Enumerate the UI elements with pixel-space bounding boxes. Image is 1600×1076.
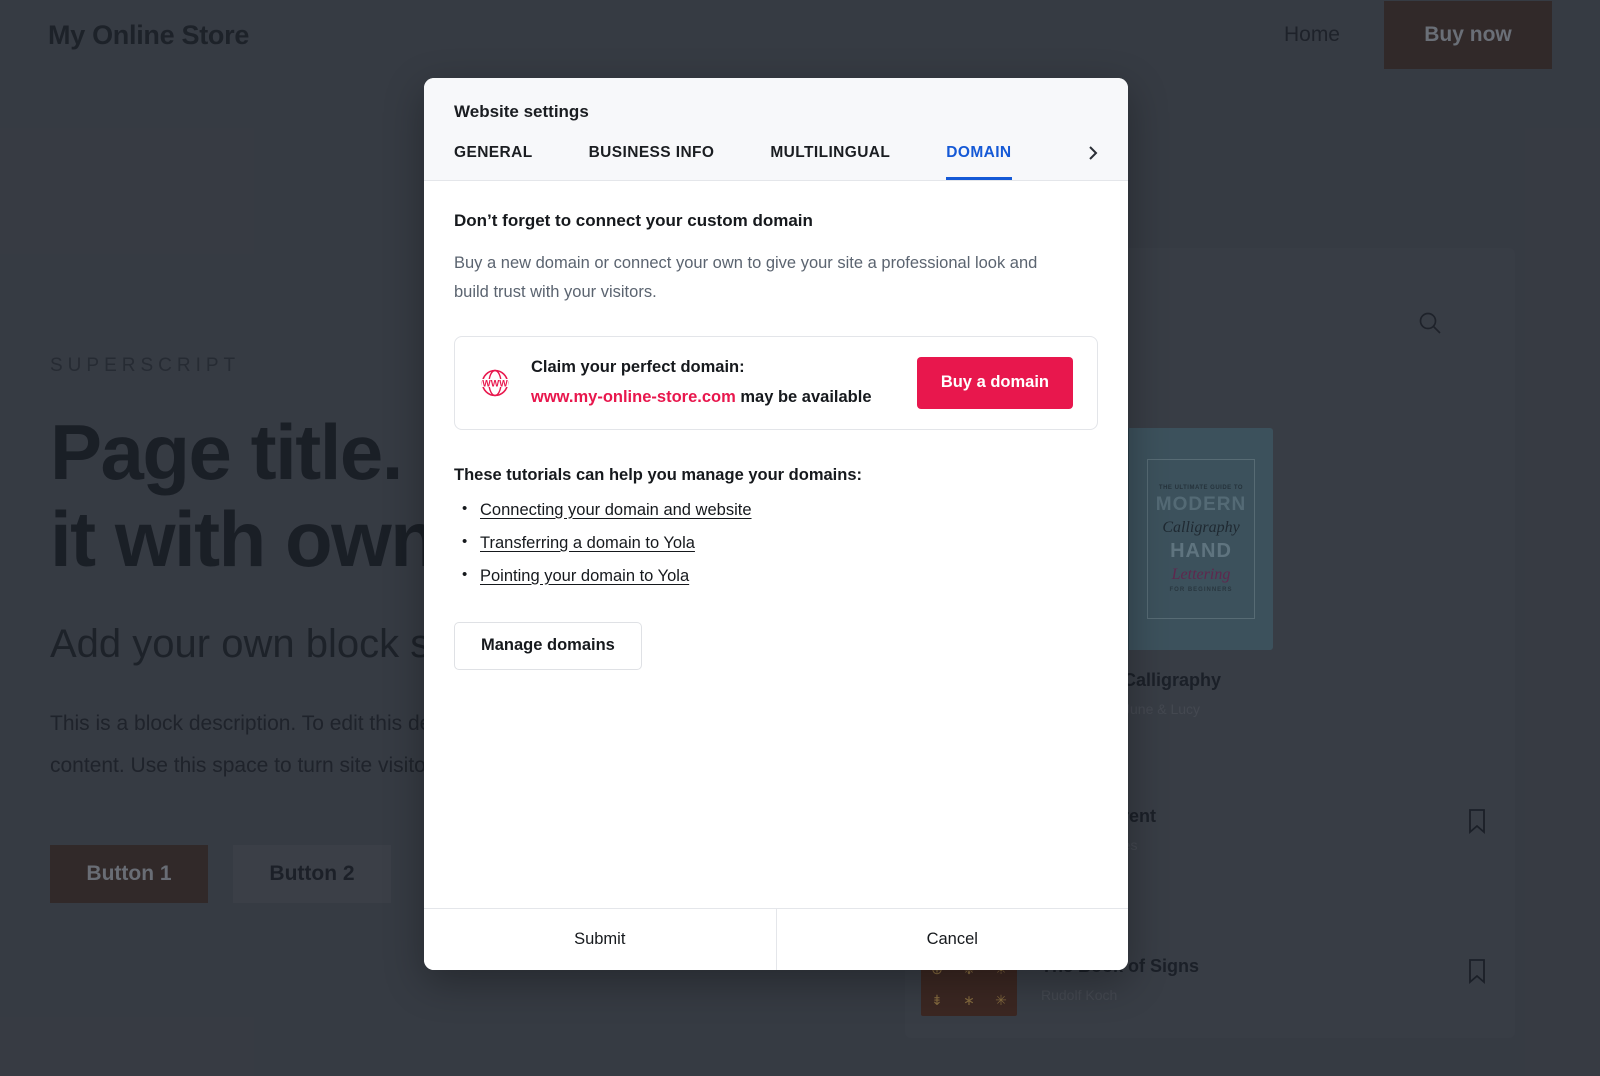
modal-tabs: GENERAL BUSINESS INFO MULTILINGUAL DOMAI… <box>454 144 1098 180</box>
list-item: Pointing your domain to Yola <box>454 566 1098 586</box>
page-root: My Online Store Home Buy now SUPERSCRIPT… <box>0 0 1600 1076</box>
list-item: Transferring a domain to Yola <box>454 533 1098 553</box>
list-item: Connecting your domain and website <box>454 500 1098 520</box>
www-globe-icon: WWW <box>479 367 511 399</box>
claim-domain-name: www.my-online-store.com <box>531 388 736 407</box>
modal-footer: Submit Cancel <box>424 908 1128 970</box>
claim-availability-suffix: may be available <box>735 388 872 407</box>
tutorial-link-pointing[interactable]: Pointing your domain to Yola <box>480 567 689 585</box>
buy-a-domain-button[interactable]: Buy a domain <box>916 356 1073 409</box>
tutorials-heading: These tutorials can help you manage your… <box>454 465 863 484</box>
domain-section-paragraph: Buy a new domain or connect your own to … <box>454 254 1038 302</box>
cancel-button[interactable]: Cancel <box>775 909 1128 970</box>
tab-domain[interactable]: DOMAIN <box>946 144 1012 180</box>
claim-domain-card: WWW Claim your perfect domain: www.my-on… <box>454 335 1098 430</box>
tab-multilingual[interactable]: MULTILINGUAL <box>770 144 890 180</box>
modal-body: Don’t forget to connect your custom doma… <box>424 181 1128 908</box>
manage-domains-button[interactable]: Manage domains <box>454 621 642 670</box>
submit-button[interactable]: Submit <box>424 909 776 970</box>
claim-text: Claim your perfect domain: www.my-online… <box>531 358 897 407</box>
chevron-right-icon[interactable] <box>1088 145 1098 180</box>
domain-section-heading: Don’t forget to connect your custom doma… <box>454 211 813 230</box>
tutorial-link-transferring[interactable]: Transferring a domain to Yola <box>480 534 695 552</box>
modal-header: Website settings GENERAL BUSINESS INFO M… <box>424 78 1128 181</box>
tab-general[interactable]: GENERAL <box>454 144 533 180</box>
claim-headline: Claim your perfect domain: <box>531 358 745 377</box>
claim-availability: www.my-online-store.com may be available <box>531 388 897 407</box>
tutorials-list: Connecting your domain and website Trans… <box>454 500 1098 586</box>
modal-title: Website settings <box>454 102 589 121</box>
tab-business-info[interactable]: BUSINESS INFO <box>589 144 715 180</box>
svg-text:WWW: WWW <box>482 378 508 388</box>
website-settings-modal: Website settings GENERAL BUSINESS INFO M… <box>424 78 1128 970</box>
tutorial-link-connecting[interactable]: Connecting your domain and website <box>480 501 752 519</box>
